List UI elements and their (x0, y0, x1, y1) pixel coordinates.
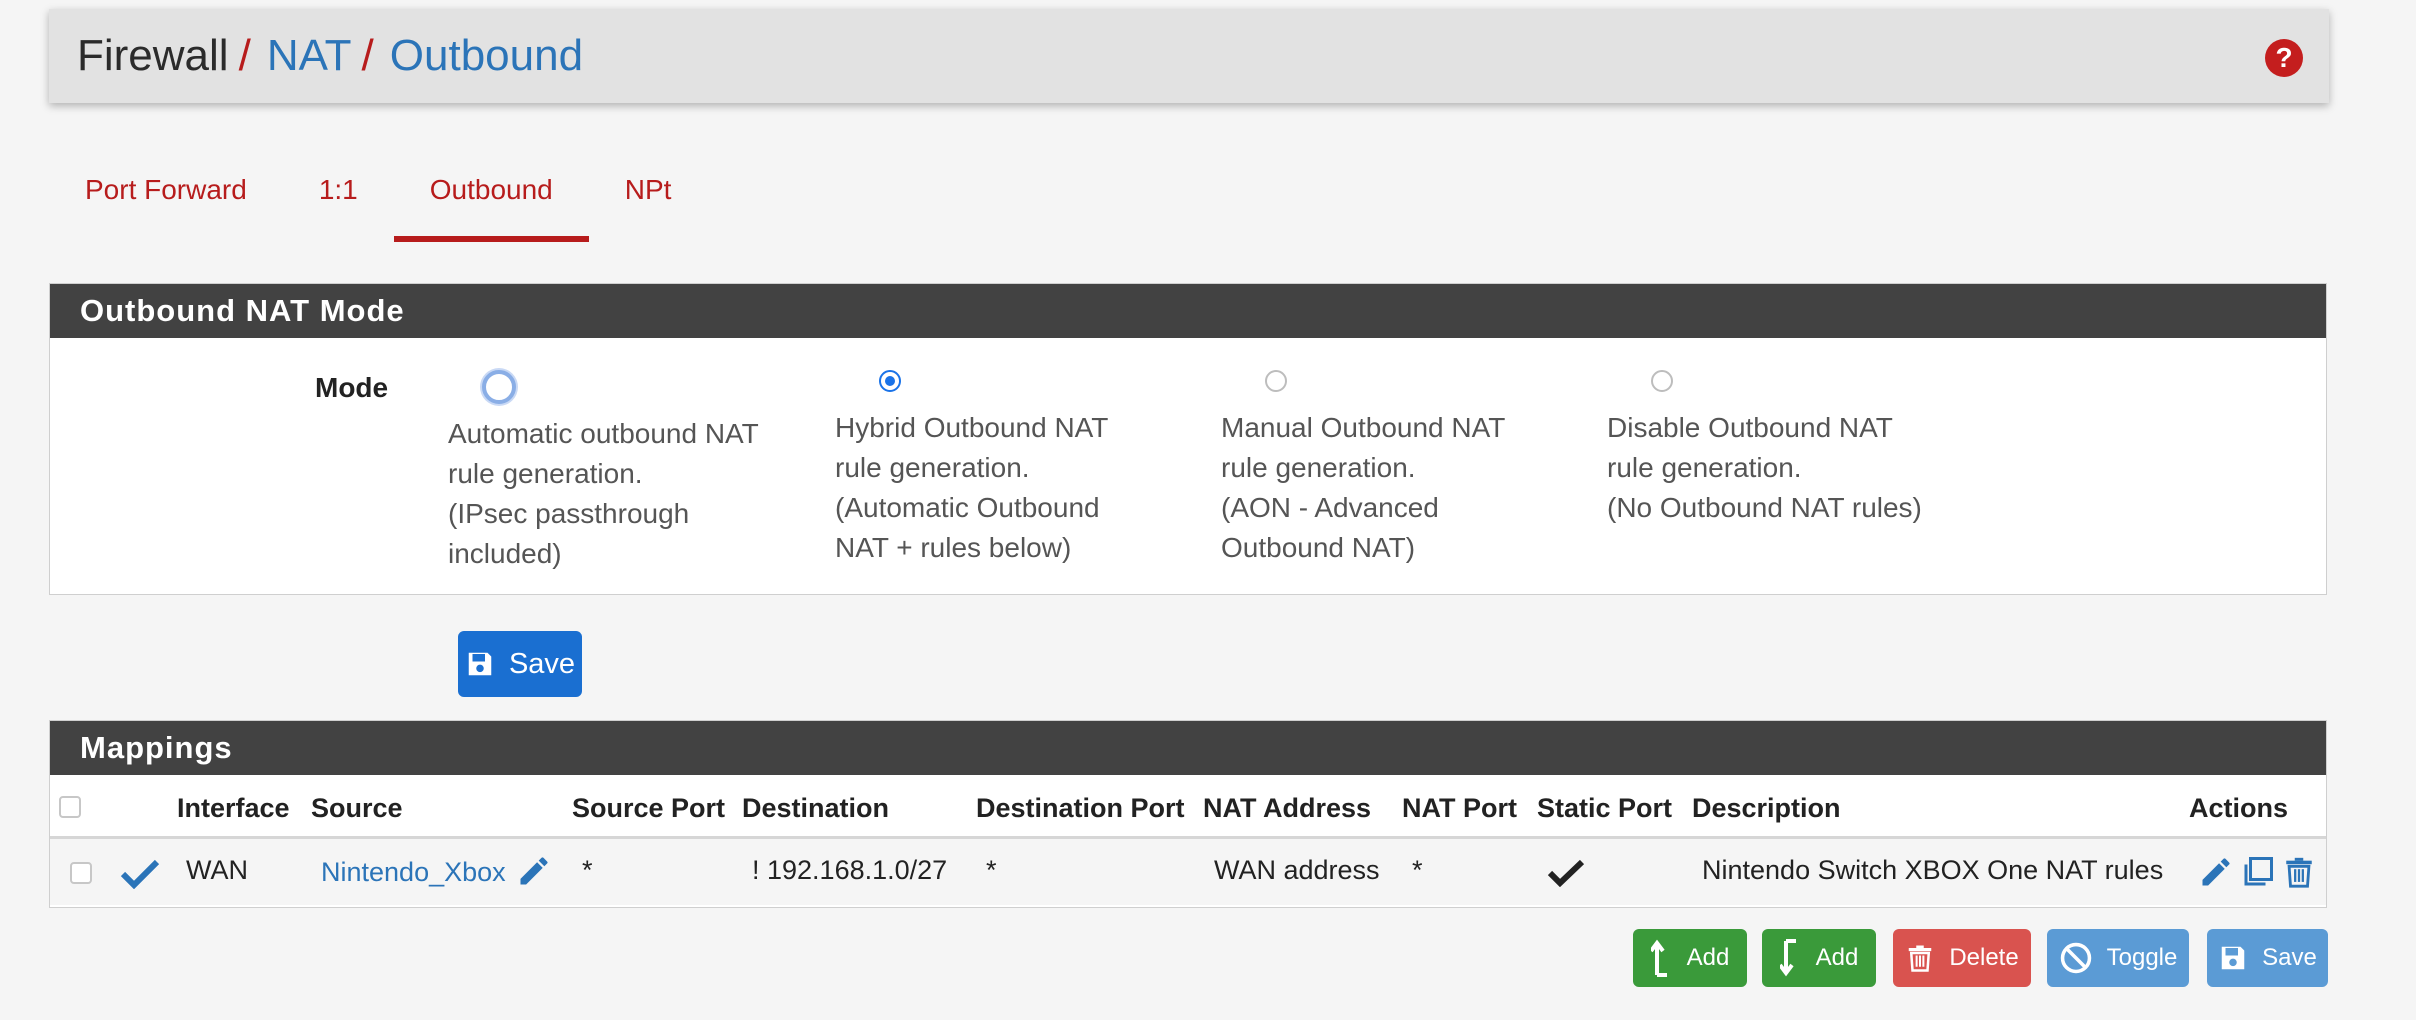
save-rules-button[interactable]: Save (2207, 929, 2328, 987)
arrow-up-icon (1650, 939, 1667, 977)
mode-radio-hybrid[interactable] (879, 370, 901, 392)
select-all-checkbox[interactable] (59, 796, 81, 818)
save-mode-button[interactable]: Save (458, 631, 582, 697)
breadcrumb-firewall: Firewall (77, 31, 229, 80)
cell-description: Nintendo Switch XBOX One NAT rules (1702, 855, 2164, 885)
cell-destination: ! 192.168.1.0/27 (752, 855, 948, 885)
row-checkbox[interactable] (70, 862, 92, 884)
cell-nat-port: * (1412, 855, 1423, 885)
cell-source-port: * (582, 855, 593, 885)
delete-button[interactable]: Delete (1893, 929, 2031, 987)
col-destination-port: Destination Port (976, 793, 1185, 823)
mode-text-disable: Disable Outbound NAT rule generation. (N… (1607, 412, 1922, 523)
add-top-label: Add (1686, 944, 1730, 971)
col-actions: Actions (2189, 793, 2289, 823)
mode-label: Mode (315, 372, 389, 403)
save-mode-label: Save (508, 647, 576, 680)
mode-text-manual: Manual Outbound NAT rule generation. (AO… (1221, 412, 1506, 563)
mode-option-disable[interactable]: Disable Outbound NAT rule generation. (N… (1607, 370, 1937, 528)
static-port-check-icon (1547, 859, 1585, 887)
arrow-down-icon (1779, 939, 1796, 977)
save-rules-label: Save (2262, 944, 2317, 971)
breadcrumb-outbound[interactable]: Outbound (390, 34, 583, 78)
trash-icon (1909, 945, 1932, 972)
page-header: Firewall / NAT / Outbound ? (49, 9, 2329, 103)
table-header: Interface Source Source Port Destination… (50, 775, 2326, 839)
cell-interface: WAN (186, 855, 248, 885)
help-icon[interactable]: ? (2265, 39, 2303, 77)
tab-npt[interactable]: NPt (589, 160, 708, 242)
breadcrumb-separator: / (361, 31, 374, 80)
breadcrumb-separator: / (238, 31, 251, 80)
save-icon (468, 652, 492, 676)
mappings-panel: Mappings Interface Source Source Port De… (49, 720, 2327, 908)
enabled-check-icon[interactable] (120, 859, 160, 889)
tab-port-forward[interactable]: Port Forward (49, 160, 283, 242)
col-nat-port: NAT Port (1402, 793, 1517, 823)
col-interface: Interface (177, 793, 290, 823)
save-icon (2221, 946, 2245, 970)
delete-label: Delete (1949, 944, 2019, 971)
edit-rule-icon[interactable] (2198, 853, 2234, 891)
toggle-label: Toggle (2106, 944, 2178, 971)
col-destination: Destination (742, 793, 890, 823)
col-description: Description (1692, 793, 1841, 823)
panel-title: Outbound NAT Mode (50, 284, 2326, 338)
delete-rule-icon[interactable] (2282, 853, 2316, 891)
add-bottom-button[interactable]: Add (1762, 929, 1876, 987)
add-bottom-label: Add (1815, 944, 1859, 971)
mode-text-hybrid: Hybrid Outbound NAT rule generation. (Au… (835, 412, 1109, 563)
mode-radio-manual[interactable] (1265, 370, 1287, 392)
table-row[interactable]: WAN Nintendo_Xbox * ! 192.168.1.0/27 * W… (50, 839, 2326, 905)
mode-option-automatic[interactable]: Automatic outbound NAT rule generation. … (448, 370, 778, 574)
col-nat-address: NAT Address (1203, 793, 1372, 823)
outbound-nat-mode-panel: Outbound NAT Mode Mode Automatic outboun… (49, 283, 2327, 595)
col-source-port: Source Port (572, 793, 726, 823)
tab-one-to-one[interactable]: 1:1 (283, 160, 394, 242)
nat-tabs: Port Forward 1:1 Outbound NPt (49, 160, 707, 242)
copy-rule-icon[interactable] (2240, 853, 2276, 891)
cell-nat-address: WAN address (1214, 855, 1380, 885)
ban-icon (2060, 942, 2091, 974)
toggle-button[interactable]: Toggle (2047, 929, 2189, 987)
cell-destination-port: * (986, 855, 997, 885)
col-source: Source (311, 793, 403, 823)
mode-option-manual[interactable]: Manual Outbound NAT rule generation. (AO… (1221, 370, 1551, 568)
mode-option-hybrid[interactable]: Hybrid Outbound NAT rule generation. (Au… (835, 370, 1165, 568)
panel-title: Mappings (50, 721, 2326, 775)
breadcrumb-nat[interactable]: NAT (267, 34, 352, 78)
mode-text-automatic: Automatic outbound NAT rule generation. … (448, 418, 759, 569)
edit-alias-icon[interactable] (516, 853, 552, 889)
add-top-button[interactable]: Add (1633, 929, 1747, 987)
col-static-port: Static Port (1537, 793, 1673, 823)
tab-outbound[interactable]: Outbound (393, 160, 589, 242)
cell-source-link[interactable]: Nintendo_Xbox (321, 857, 506, 888)
mode-radio-automatic[interactable] (482, 370, 516, 404)
mode-radio-disable[interactable] (1651, 370, 1673, 392)
